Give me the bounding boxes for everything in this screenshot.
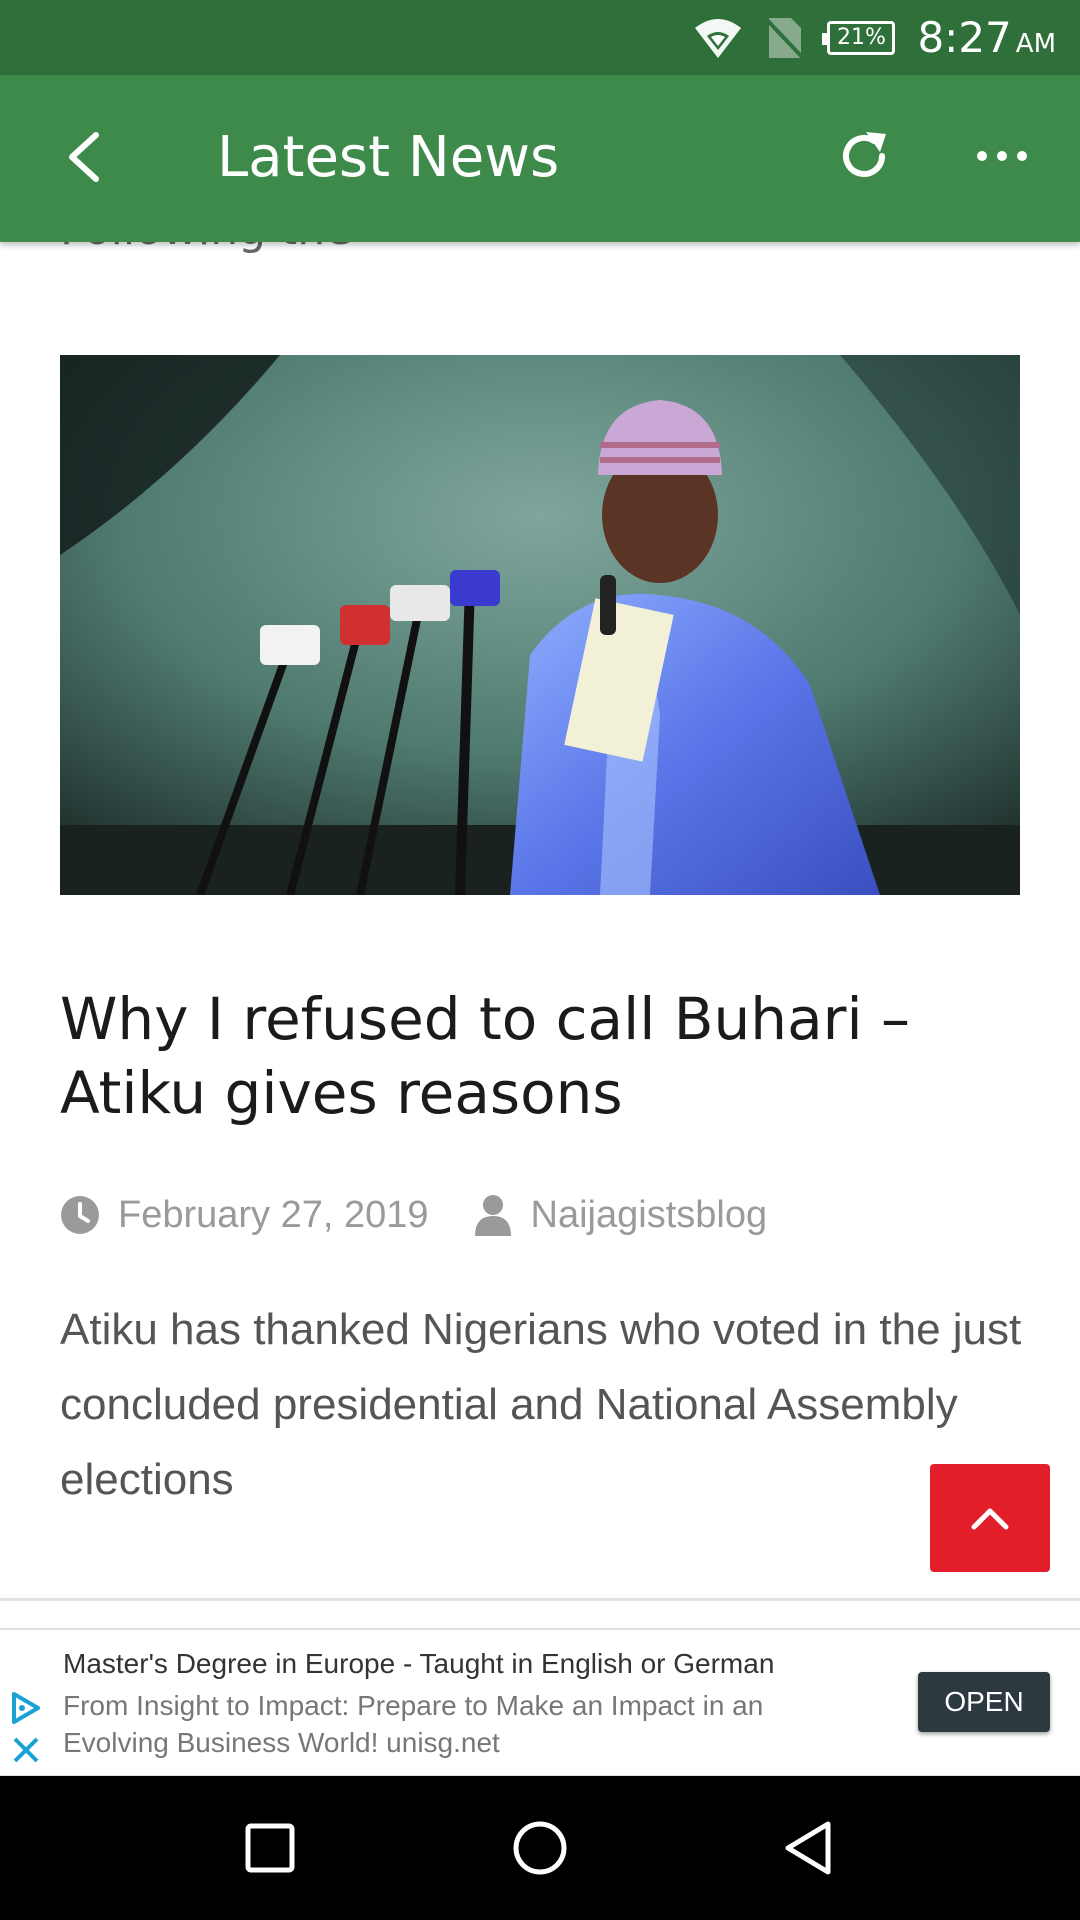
status-bar: 21% 8:27 AM bbox=[0, 0, 1080, 75]
refresh-icon bbox=[843, 132, 886, 177]
home-button[interactable] bbox=[510, 1818, 570, 1878]
more-options-button[interactable] bbox=[972, 128, 1032, 184]
no-sim-icon bbox=[765, 16, 805, 60]
page-title: Latest News bbox=[217, 125, 560, 190]
article-image[interactable] bbox=[60, 355, 1020, 895]
article-list[interactable]: Following the bbox=[0, 242, 1080, 1628]
ad-description[interactable]: From Insight to Impact: Prepare to Make … bbox=[63, 1687, 843, 1761]
chevron-up-icon bbox=[971, 1508, 1009, 1530]
status-ampm: AM bbox=[1015, 29, 1056, 59]
chevron-left-icon bbox=[69, 132, 99, 182]
circle-icon bbox=[513, 1821, 567, 1875]
status-time: 8:27 bbox=[917, 13, 1012, 62]
close-icon[interactable] bbox=[10, 1734, 42, 1766]
adchoices-icon[interactable] bbox=[8, 1690, 44, 1726]
article-author[interactable]: Naijagistsblog bbox=[531, 1194, 768, 1237]
status-clock: 8:27 AM bbox=[917, 13, 1056, 62]
article-meta: February 27, 2019 Naijagistsblog bbox=[60, 1190, 767, 1240]
ad-title[interactable]: Master's Degree in Europe - Taught in En… bbox=[63, 1648, 774, 1680]
article-divider bbox=[0, 1598, 1080, 1601]
triangle-back-icon bbox=[785, 1821, 831, 1875]
back-button[interactable] bbox=[58, 127, 118, 187]
refresh-button[interactable] bbox=[836, 128, 892, 184]
ad-banner[interactable]: Master's Degree in Europe - Taught in En… bbox=[0, 1628, 1080, 1776]
square-icon bbox=[245, 1823, 295, 1873]
user-icon bbox=[474, 1195, 511, 1236]
app-bar: Latest News bbox=[0, 75, 1080, 242]
system-nav-bar bbox=[0, 1776, 1080, 1920]
article-date: February 27, 2019 bbox=[118, 1193, 429, 1236]
battery-indicator: 21% bbox=[822, 20, 896, 55]
article-photo bbox=[60, 355, 1020, 895]
previous-article-fragment: Following the bbox=[60, 242, 352, 255]
recents-button[interactable] bbox=[240, 1818, 300, 1878]
back-nav-button[interactable] bbox=[778, 1818, 838, 1878]
clock-icon bbox=[61, 1196, 99, 1234]
ad-open-button[interactable]: OPEN bbox=[918, 1672, 1050, 1732]
article-excerpt: Atiku has thanked Nigerians who voted in… bbox=[60, 1305, 1022, 1504]
scroll-to-top-button[interactable] bbox=[930, 1464, 1050, 1572]
wifi-icon bbox=[693, 16, 743, 60]
article-headline[interactable]: Why I refused to call Buhari – Atiku giv… bbox=[60, 982, 1020, 1130]
more-horizontal-icon bbox=[977, 151, 1027, 161]
